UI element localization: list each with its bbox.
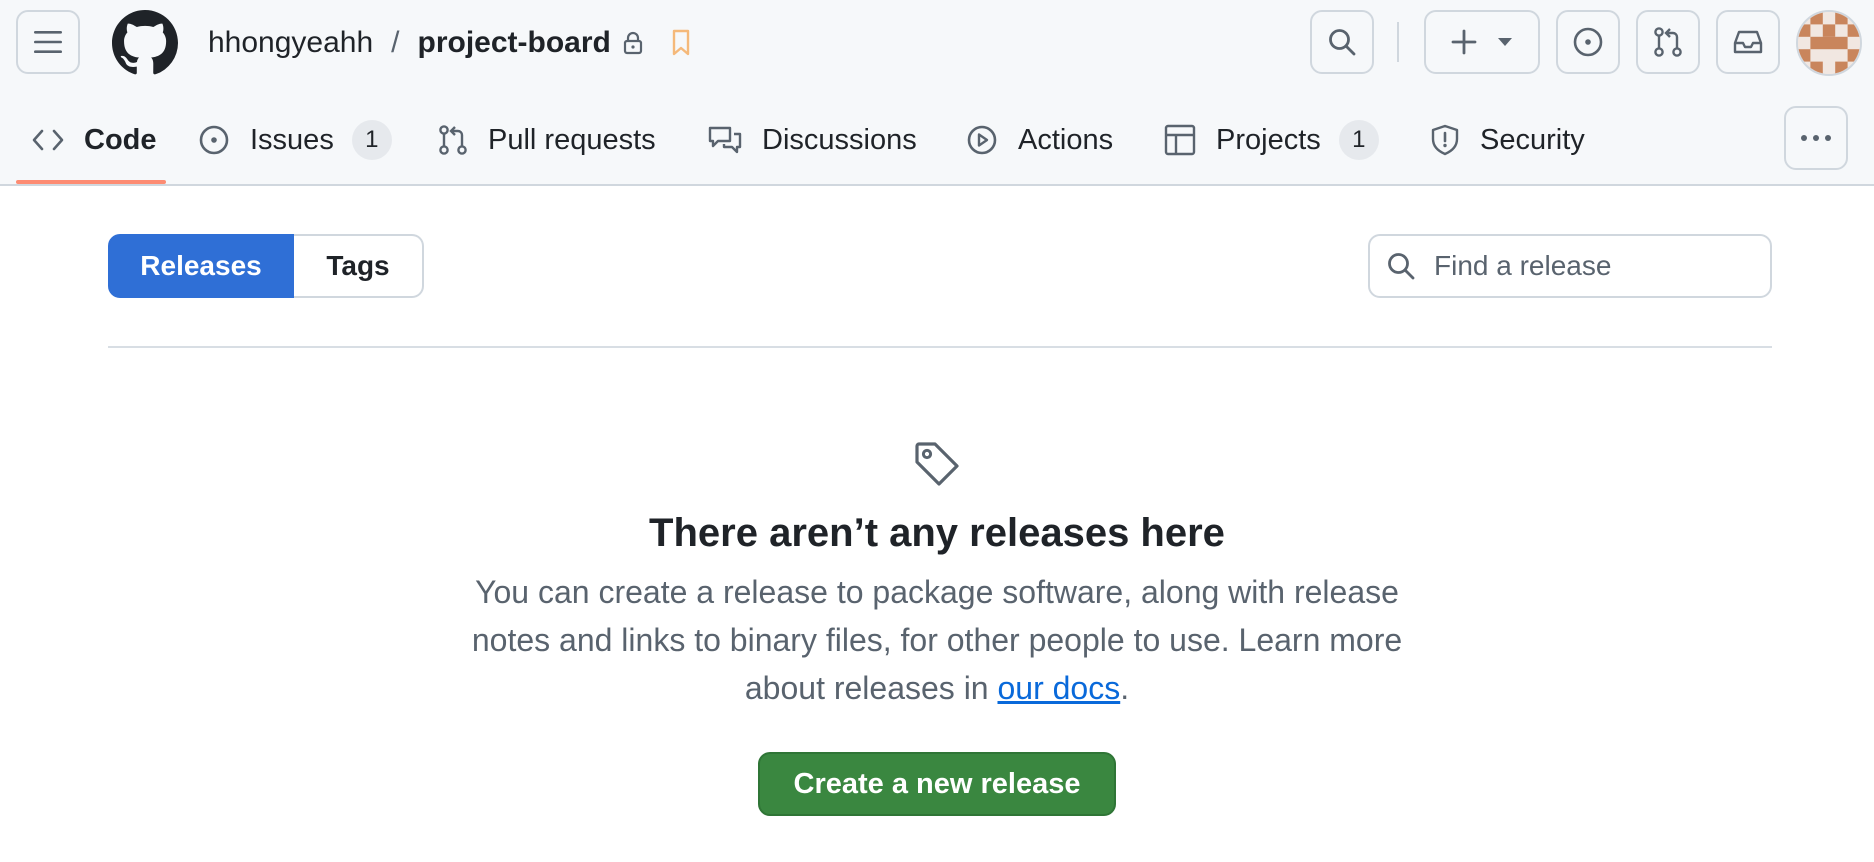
- tab-security[interactable]: Security: [1414, 96, 1601, 184]
- tag-icon: [915, 442, 959, 486]
- comment-discussion-icon: [708, 126, 742, 154]
- table-icon: [1164, 124, 1196, 156]
- blankslate-title: There aren’t any releases here: [649, 511, 1225, 555]
- inbox-icon: [1733, 30, 1763, 54]
- issue-opened-icon: [1573, 27, 1603, 57]
- issues-count-badge: 1: [351, 120, 392, 160]
- bookmark-icon[interactable]: [671, 29, 691, 57]
- tags-tab[interactable]: Tags: [294, 234, 424, 298]
- your-issues-button[interactable]: [1556, 10, 1620, 74]
- blankslate-text: You can create a release to package soft…: [471, 574, 1403, 706]
- repo-link[interactable]: project-board: [418, 26, 611, 60]
- create-new-button[interactable]: [1424, 10, 1540, 74]
- toolbar-divider: [1397, 22, 1399, 62]
- active-tab-underline: [16, 180, 166, 184]
- tab-pull-requests-label: Pull requests: [488, 123, 656, 156]
- tab-projects[interactable]: Projects 1: [1148, 96, 1395, 184]
- shield-icon: [1431, 124, 1459, 156]
- menu-button[interactable]: [16, 10, 80, 74]
- tab-code-label: Code: [84, 123, 157, 156]
- tab-discussions[interactable]: Discussions: [692, 96, 933, 184]
- code-icon: [32, 129, 64, 151]
- tab-issues[interactable]: Issues 1: [182, 96, 408, 184]
- tab-discussions-label: Discussions: [762, 123, 917, 156]
- breadcrumb: hhongyeahh / project-board: [208, 20, 691, 66]
- breadcrumb-separator: /: [391, 26, 400, 59]
- blankslate: There aren’t any releases here You can c…: [0, 440, 1874, 816]
- avatar[interactable]: [1796, 10, 1862, 76]
- tab-security-label: Security: [1480, 123, 1585, 156]
- tab-projects-label: Projects: [1216, 123, 1321, 156]
- issue-opened-icon: [199, 125, 229, 155]
- global-bar: hhongyeahh / project-board: [0, 0, 1874, 86]
- section-divider: [108, 346, 1772, 348]
- find-release-field[interactable]: [1368, 234, 1772, 298]
- caret-down-icon: [1498, 38, 1512, 46]
- hamburger-icon: [34, 31, 62, 53]
- plus-icon: [1451, 29, 1477, 55]
- git-pull-request-icon: [439, 125, 467, 155]
- owner-link[interactable]: hhongyeahh: [208, 26, 373, 60]
- tab-actions[interactable]: Actions: [950, 96, 1129, 184]
- git-pull-request-icon: [1654, 27, 1682, 57]
- app-header: hhongyeahh / project-board Code Issues 1…: [0, 0, 1874, 186]
- blankslate-description: You can create a release to package soft…: [457, 568, 1417, 712]
- lock-icon: [623, 31, 643, 55]
- play-icon: [967, 125, 997, 155]
- releases-tags-subnav: Releases Tags: [108, 234, 424, 298]
- repo-nav: Code Issues 1 Pull requests Discussions …: [0, 96, 1874, 184]
- releases-tab[interactable]: Releases: [108, 234, 294, 298]
- search-icon: [1388, 253, 1415, 280]
- projects-count-badge: 1: [1338, 120, 1379, 160]
- your-pull-requests-button[interactable]: [1636, 10, 1700, 74]
- github-logo-icon[interactable]: [112, 10, 178, 76]
- more-tabs-button[interactable]: [1784, 106, 1848, 170]
- find-release-input[interactable]: [1434, 250, 1754, 282]
- kebab-horizontal-icon: [1801, 135, 1831, 141]
- tab-actions-label: Actions: [1018, 123, 1114, 156]
- search-icon: [1329, 29, 1356, 56]
- tab-code[interactable]: Code: [16, 96, 173, 184]
- inbox-button[interactable]: [1716, 10, 1780, 74]
- tab-pull-requests[interactable]: Pull requests: [422, 96, 672, 184]
- create-new-release-button[interactable]: Create a new release: [757, 752, 1117, 816]
- blankslate-text-end: .: [1120, 670, 1130, 706]
- our-docs-link[interactable]: our docs: [997, 670, 1120, 706]
- tab-issues-label: Issues: [250, 123, 334, 156]
- search-button[interactable]: [1310, 10, 1374, 74]
